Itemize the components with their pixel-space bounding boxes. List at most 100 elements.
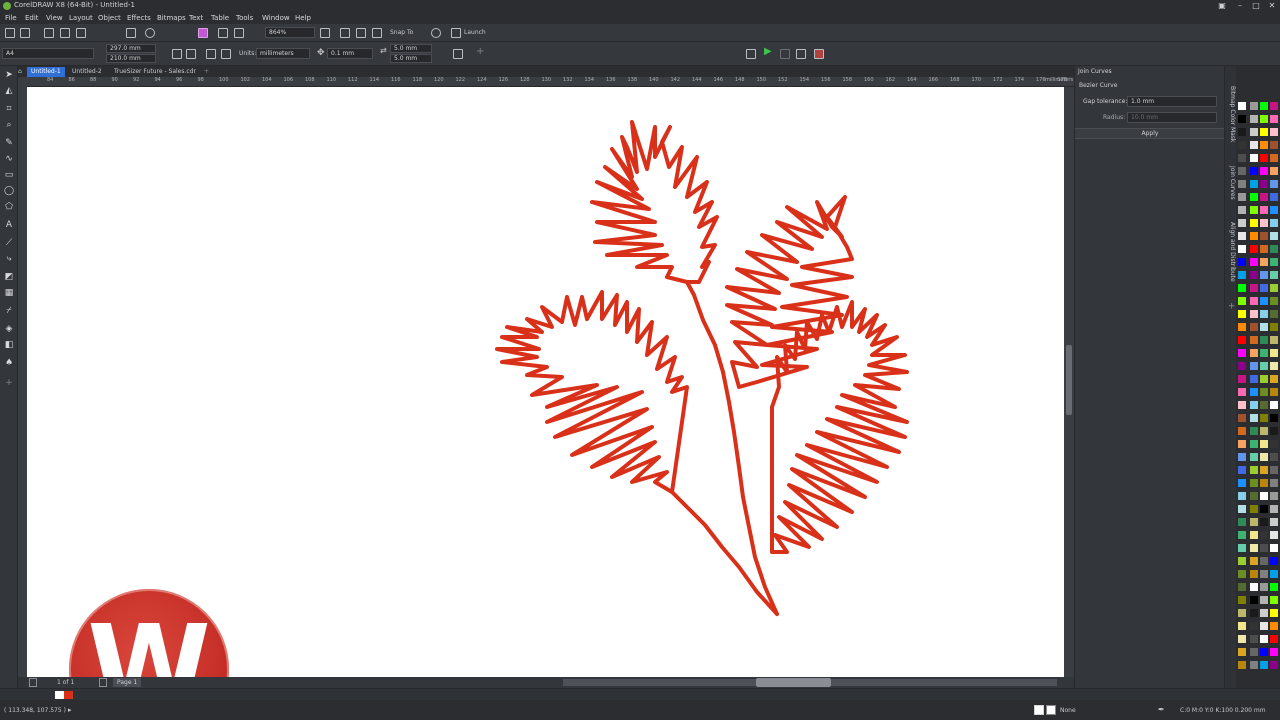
palette-swatch[interactable] bbox=[1260, 336, 1268, 344]
palette-swatch[interactable] bbox=[1250, 102, 1258, 110]
eyedropper-icon[interactable]: ⌿ bbox=[4, 306, 14, 316]
palette-swatch[interactable] bbox=[1260, 323, 1268, 331]
palette-swatch[interactable] bbox=[1270, 232, 1278, 240]
units-select[interactable]: millimeters bbox=[256, 48, 310, 59]
palette-swatch[interactable] bbox=[1250, 258, 1258, 266]
palette-swatch[interactable] bbox=[1270, 479, 1278, 487]
palette-swatch[interactable] bbox=[1260, 570, 1268, 578]
palette-swatch[interactable] bbox=[1250, 596, 1258, 604]
palette-swatch[interactable] bbox=[1260, 622, 1268, 630]
interactive-fill-icon[interactable]: ◈ bbox=[4, 324, 14, 334]
palette-swatch[interactable] bbox=[1270, 206, 1278, 214]
palette-swatch[interactable] bbox=[1270, 492, 1278, 500]
landscape-icon[interactable] bbox=[186, 49, 196, 59]
show-rulers-icon[interactable] bbox=[340, 28, 350, 38]
crop-tool-icon[interactable]: ⌗ bbox=[4, 104, 14, 114]
menu-bitmaps[interactable]: Bitmaps bbox=[157, 14, 186, 22]
palette-swatch[interactable] bbox=[1238, 583, 1246, 591]
palette-swatch[interactable] bbox=[1270, 180, 1278, 188]
menu-object[interactable]: Object bbox=[98, 14, 121, 22]
palette-swatch[interactable] bbox=[1250, 427, 1258, 435]
palette-swatch[interactable] bbox=[1250, 661, 1258, 669]
transparency-icon[interactable]: ▦ bbox=[4, 288, 14, 298]
palette-swatch[interactable] bbox=[1270, 414, 1278, 422]
palette-swatch[interactable] bbox=[1270, 596, 1278, 604]
palette-swatch[interactable] bbox=[1238, 570, 1246, 578]
nudge-distance-field[interactable]: 0.1 mm bbox=[327, 48, 373, 59]
palette-swatch[interactable] bbox=[1250, 505, 1258, 513]
launch-icon[interactable] bbox=[451, 28, 461, 38]
palette-swatch[interactable] bbox=[1260, 258, 1268, 266]
palette-swatch[interactable] bbox=[1270, 388, 1278, 396]
text-tool-icon[interactable]: A bbox=[4, 220, 14, 230]
palette-swatch[interactable] bbox=[1270, 544, 1278, 552]
palette-swatch[interactable] bbox=[1238, 115, 1246, 123]
palette-swatch[interactable] bbox=[1250, 466, 1258, 474]
palette-swatch[interactable] bbox=[1260, 583, 1268, 591]
palette-swatch[interactable] bbox=[1238, 310, 1246, 318]
zoom-level-field[interactable]: 864% bbox=[265, 27, 315, 38]
palette-swatch[interactable] bbox=[1270, 284, 1278, 292]
palette-swatch[interactable] bbox=[1260, 648, 1268, 656]
palette-swatch[interactable] bbox=[1260, 531, 1268, 539]
palette-swatch[interactable] bbox=[1238, 544, 1246, 552]
palette-swatch[interactable] bbox=[1260, 232, 1268, 240]
palette-swatch[interactable] bbox=[1238, 518, 1246, 526]
palette-swatch[interactable] bbox=[1250, 297, 1258, 305]
page-height-field[interactable]: 210.0 mm bbox=[106, 54, 156, 63]
fern-drawing[interactable] bbox=[27, 87, 1064, 677]
tab-untitled-1[interactable]: Untitled-1 bbox=[27, 67, 65, 77]
palette-swatch[interactable] bbox=[1238, 661, 1246, 669]
pick-tool-icon[interactable]: ➤ bbox=[4, 70, 14, 80]
palette-swatch[interactable] bbox=[1238, 232, 1246, 240]
palette-swatch[interactable] bbox=[1250, 479, 1258, 487]
palette-swatch[interactable] bbox=[1260, 271, 1268, 279]
palette-swatch[interactable] bbox=[1238, 635, 1246, 643]
swatch-white[interactable] bbox=[55, 691, 64, 699]
menu-layout[interactable]: Layout bbox=[69, 14, 93, 22]
palette-swatch[interactable] bbox=[1260, 544, 1268, 552]
palette-swatch[interactable] bbox=[1270, 310, 1278, 318]
import-icon[interactable] bbox=[198, 28, 208, 38]
palette-swatch[interactable] bbox=[1250, 518, 1258, 526]
menu-view[interactable]: View bbox=[46, 14, 63, 22]
palette-swatch[interactable] bbox=[1260, 102, 1268, 110]
palette-swatch[interactable] bbox=[1270, 258, 1278, 266]
publish-pdf-icon[interactable] bbox=[76, 28, 86, 38]
palette-swatch[interactable] bbox=[1260, 661, 1268, 669]
artistic-media-icon[interactable]: ∿ bbox=[4, 154, 14, 164]
palette-swatch[interactable] bbox=[1260, 414, 1268, 422]
palette-swatch[interactable] bbox=[1238, 557, 1246, 565]
palette-swatch[interactable] bbox=[1270, 622, 1278, 630]
palette-swatch[interactable] bbox=[1250, 622, 1258, 630]
palette-swatch[interactable] bbox=[1238, 414, 1246, 422]
palette-swatch[interactable] bbox=[1238, 479, 1246, 487]
palette-swatch[interactable] bbox=[1270, 362, 1278, 370]
smart-fill-icon[interactable]: ◧ bbox=[4, 340, 14, 350]
minimize-button[interactable]: – bbox=[1232, 0, 1248, 12]
outline-pen-icon[interactable]: ♠ bbox=[4, 358, 14, 368]
palette-swatch[interactable] bbox=[1270, 505, 1278, 513]
play-icon[interactable]: ▶ bbox=[764, 46, 772, 57]
palette-swatch[interactable] bbox=[1270, 401, 1278, 409]
palette-swatch[interactable] bbox=[1250, 141, 1258, 149]
palette-swatch[interactable] bbox=[1238, 193, 1246, 201]
full-screen-icon[interactable] bbox=[320, 28, 330, 38]
menu-file[interactable]: File bbox=[5, 14, 17, 22]
palette-swatch[interactable] bbox=[1250, 128, 1258, 136]
export-pdf-icon[interactable] bbox=[234, 28, 244, 38]
palette-swatch[interactable] bbox=[1238, 167, 1246, 175]
tab-join-curves[interactable]: Join Curves bbox=[1226, 166, 1236, 200]
palette-swatch[interactable] bbox=[1238, 609, 1246, 617]
save-icon[interactable] bbox=[44, 28, 54, 38]
paste-icon[interactable] bbox=[126, 28, 136, 38]
palette-swatch[interactable] bbox=[1270, 128, 1278, 136]
undo-icon[interactable] bbox=[145, 28, 155, 38]
palette-swatch[interactable] bbox=[1270, 375, 1278, 383]
palette-swatch[interactable] bbox=[1250, 206, 1258, 214]
palette-swatch[interactable] bbox=[1250, 245, 1258, 253]
new-document-icon[interactable] bbox=[5, 28, 15, 38]
palette-swatch[interactable] bbox=[1238, 492, 1246, 500]
palette-swatch[interactable] bbox=[1250, 401, 1258, 409]
show-guidelines-icon[interactable] bbox=[372, 28, 382, 38]
